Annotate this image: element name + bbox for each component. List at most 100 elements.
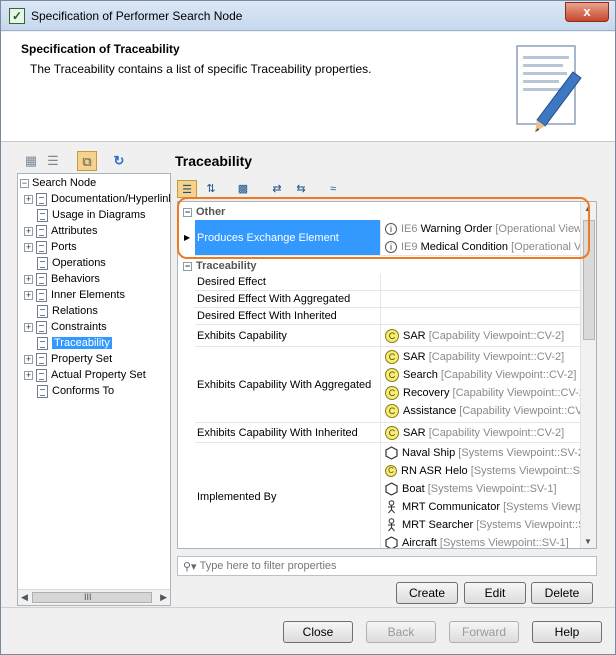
expand-icon[interactable]: + xyxy=(24,370,33,380)
value-item[interactable]: MRT Communicator [Systems Viewpoint::SV-… xyxy=(385,498,582,516)
edit-button[interactable]: Edit xyxy=(464,582,526,604)
tree-root-item[interactable]: − Search Node xyxy=(20,175,96,191)
property-value[interactable]: C SAR [Capability Viewpoint::CV-2] C Sea… xyxy=(383,347,582,422)
capability-icon: C xyxy=(385,465,397,477)
tree-item-actual-property-set[interactable]: + Actual Property Set xyxy=(24,367,146,383)
property-value[interactable] xyxy=(383,291,582,307)
help-button[interactable]: Help xyxy=(532,621,602,643)
expand-icon[interactable]: + xyxy=(24,290,33,300)
tree-item-label: Attributes xyxy=(51,225,98,237)
forward-button[interactable]: Forward xyxy=(449,621,519,643)
collapse-icon[interactable]: − xyxy=(20,178,29,188)
value-item[interactable]: Boat [Systems Viewpoint::SV-1] xyxy=(385,480,557,498)
row-implemented-by[interactable]: Implemented By Naval Ship [Systems Viewp… xyxy=(195,443,582,548)
property-name[interactable]: Desired Effect With Aggregated xyxy=(195,291,381,307)
show-related-icon[interactable]: ⇄ xyxy=(267,180,287,198)
tree-item-behaviors[interactable]: + Behaviors xyxy=(24,271,100,287)
scroll-thumb[interactable] xyxy=(32,592,152,603)
row-desired-effect[interactable]: Desired Effect xyxy=(195,274,582,291)
spell-check-icon[interactable]: ≈ xyxy=(323,180,343,198)
value-item[interactable]: C SAR [Capability Viewpoint::CV-2] xyxy=(385,348,564,366)
tree-item-attributes[interactable]: + Attributes xyxy=(24,223,97,239)
expand-icon[interactable]: + xyxy=(24,226,33,236)
tree-item-operations[interactable]: Operations xyxy=(37,255,106,271)
property-value[interactable]: Naval Ship [Systems Viewpoint::SV-2] C R… xyxy=(383,443,582,548)
property-value[interactable]: C SAR [Capability Viewpoint::CV-2] xyxy=(383,423,582,442)
property-name[interactable]: Implemented By xyxy=(195,443,381,548)
value-item[interactable]: C Recovery [Capability Viewpoint::CV-2] xyxy=(385,384,582,402)
property-value[interactable] xyxy=(383,308,582,324)
copy-icon[interactable]: ⧉ xyxy=(77,151,97,171)
property-value[interactable]: C SAR [Capability Viewpoint::CV-2] xyxy=(383,325,582,346)
close-button[interactable]: Close xyxy=(283,621,353,643)
delete-button[interactable]: Delete xyxy=(531,582,593,604)
value-item[interactable]: C SAR [Capability Viewpoint::CV-2] xyxy=(385,327,564,345)
expand-all-icon[interactable]: ▩ xyxy=(233,180,253,198)
expand-icon[interactable]: + xyxy=(24,274,33,284)
page-icon xyxy=(36,224,47,238)
window-title: Specification of Performer Search Node xyxy=(31,9,243,23)
grid-view-icon[interactable]: ▦ xyxy=(21,151,41,171)
categorized-view-icon[interactable]: ☰ xyxy=(177,180,197,198)
scroll-right-icon[interactable]: ▶ xyxy=(160,592,167,603)
expand-icon[interactable]: + xyxy=(24,322,33,332)
value-item[interactable]: C RN ASR Helo [Systems Viewpoint::SV-1] xyxy=(385,462,582,480)
property-name[interactable]: Exhibits Capability With Inherited xyxy=(195,423,381,442)
tree-item-usage[interactable]: Usage in Diagrams xyxy=(37,207,146,223)
expand-icon[interactable]: + xyxy=(24,354,33,364)
value-item[interactable]: MRT Searcher [Systems Viewpoint::SV-1] xyxy=(385,516,582,534)
tree-item-label: Ports xyxy=(51,241,77,253)
property-name[interactable]: Exhibits Capability With Aggregated xyxy=(195,347,381,422)
row-desired-effect-inherited[interactable]: Desired Effect With Inherited xyxy=(195,308,582,325)
row-exhibits-capability[interactable]: Exhibits Capability C SAR [Capability Vi… xyxy=(195,325,582,347)
tree-item-property-set[interactable]: + Property Set xyxy=(24,351,112,367)
value-item[interactable]: C SAR [Capability Viewpoint::CV-2] xyxy=(385,424,564,442)
tree-item-constraints[interactable]: + Constraints xyxy=(24,319,107,335)
value-name: SAR xyxy=(403,330,426,342)
window-close-button[interactable]: x xyxy=(565,2,609,22)
back-button[interactable]: Back xyxy=(366,621,436,643)
hide-related-icon[interactable]: ⇆ xyxy=(291,180,311,198)
group-traceability[interactable]: − Traceability xyxy=(178,258,582,274)
value-type: [Capability Viewpoint::CV-2] xyxy=(428,427,565,439)
create-button[interactable]: Create xyxy=(396,582,458,604)
tree-item-ports[interactable]: + Ports xyxy=(24,239,77,255)
value-item[interactable]: Naval Ship [Systems Viewpoint::SV-2] xyxy=(385,444,582,462)
value-name: Recovery xyxy=(403,387,450,399)
capability-icon: C xyxy=(385,368,399,382)
page-icon xyxy=(36,192,47,206)
collapse-icon[interactable]: − xyxy=(183,261,192,271)
value-name: MRT Searcher xyxy=(402,519,474,531)
value-item[interactable]: C Assistance [Capability Viewpoint::CV-2… xyxy=(385,402,582,420)
app-icon: ✓ xyxy=(9,8,25,24)
sort-az-icon[interactable]: ⇅ xyxy=(201,180,221,198)
tree-horizontal-scrollbar[interactable]: ◀ III ▶ xyxy=(18,589,170,605)
value-item[interactable]: Aircraft [Systems Viewpoint::SV-1] xyxy=(385,534,569,548)
refresh-icon[interactable]: ↻ xyxy=(109,151,129,171)
tree-item-label: Behaviors xyxy=(51,273,100,285)
property-name[interactable]: Desired Effect With Inherited xyxy=(195,308,381,324)
tree-view-icon[interactable]: ☰ xyxy=(43,151,63,171)
scroll-grip: III xyxy=(84,592,92,602)
tree-item-traceability[interactable]: Traceability xyxy=(37,335,112,351)
value-item[interactable]: C Search [Capability Viewpoint::CV-2] xyxy=(385,366,576,384)
tree-item-documentation[interactable]: + Documentation/Hyperlinks xyxy=(24,191,170,207)
tree-item-inner-elements[interactable]: + Inner Elements xyxy=(24,287,125,303)
tree-item-relations[interactable]: Relations xyxy=(37,303,98,319)
expand-icon[interactable]: + xyxy=(24,242,33,252)
property-name[interactable]: Exhibits Capability xyxy=(195,325,381,346)
tree-item-conforms-to[interactable]: Conforms To xyxy=(37,383,114,399)
value-name: Naval Ship xyxy=(402,447,456,459)
filter-field[interactable]: ⚲▾ Type here to filter properties xyxy=(177,556,597,576)
capability-icon: C xyxy=(385,350,399,364)
row-exhibits-capability-inherited[interactable]: Exhibits Capability With Inherited C SAR… xyxy=(195,423,582,443)
tree-item-label-selected: Traceability xyxy=(52,337,112,349)
scroll-down-icon[interactable]: ▼ xyxy=(584,537,592,546)
expand-icon[interactable]: + xyxy=(24,194,33,204)
row-exhibits-capability-aggregated[interactable]: Exhibits Capability With Aggregated C SA… xyxy=(195,347,582,423)
property-value[interactable] xyxy=(383,274,582,290)
scroll-left-icon[interactable]: ◀ xyxy=(21,592,28,603)
row-desired-effect-aggregated[interactable]: Desired Effect With Aggregated xyxy=(195,291,582,308)
property-name[interactable]: Desired Effect xyxy=(195,274,381,290)
value-type: [Capability Viewpoint::CV-2] xyxy=(459,405,582,417)
